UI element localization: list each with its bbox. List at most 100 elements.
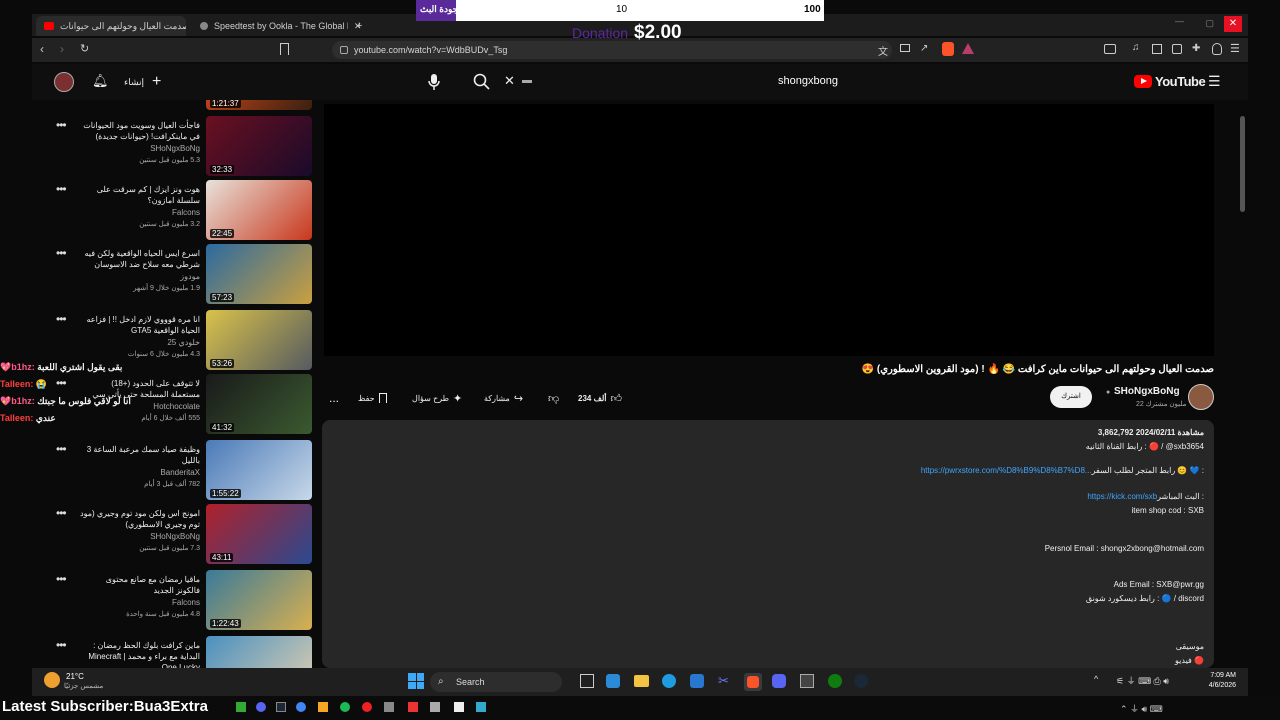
microphone-icon[interactable] [426, 72, 442, 92]
capcut-icon[interactable]: ✂ [718, 673, 729, 689]
create-button[interactable]: إنشاء + [124, 72, 161, 92]
video-title[interactable]: وظيفة صياد سمك مرعبة الساعة 3 بالليل [80, 444, 200, 466]
brave-rewards-icon[interactable] [962, 43, 974, 54]
video-thumbnail[interactable]: 1:22:43 [206, 570, 312, 630]
subscribe-button[interactable]: اشترك [1050, 386, 1092, 408]
channel-name[interactable]: BanderitaX [80, 468, 200, 477]
extensions-icon[interactable]: ✚ [1192, 43, 1200, 54]
terminal-icon[interactable] [800, 674, 814, 688]
new-tab-button[interactable]: + [348, 16, 370, 36]
video-title[interactable]: فاجأت العيال وسويت مود الحيوانات في ماين… [80, 120, 200, 142]
site-info-icon[interactable] [340, 46, 348, 54]
more-options-icon[interactable]: ••• [56, 572, 67, 586]
store-icon[interactable] [690, 674, 704, 688]
more-options-icon[interactable]: ••• [56, 246, 67, 260]
browser-tab-speedtest[interactable]: Speedtest by Ookla - The Global Br [192, 16, 348, 36]
more-options-icon[interactable]: ••• [56, 118, 67, 132]
video-title[interactable]: انا مره قوووي لازم ادخل !! | فزاعه الحيا… [80, 314, 201, 336]
more-options-icon[interactable]: ••• [56, 506, 67, 520]
dislike-button[interactable]: 👎︎ [548, 388, 559, 408]
video-thumbnail[interactable]: 1:21:37 [206, 100, 312, 110]
file-explorer-icon[interactable] [634, 675, 649, 687]
notifications-icon[interactable]: 🔔︎ [92, 73, 109, 89]
recommendation-item[interactable]: 32:33 ••• فاجأت العيال وسويت مود الحيوانات… [40, 116, 320, 178]
keyboard-icon[interactable] [522, 80, 532, 83]
channel-name[interactable]: مودوز [80, 272, 200, 281]
copilot-icon[interactable] [606, 674, 620, 688]
guide-menu-icon[interactable]: ☰ [1208, 73, 1221, 90]
media-icon[interactable]: ♫ [1132, 42, 1140, 53]
xbox-icon[interactable] [828, 674, 842, 688]
brave-taskbar-icon[interactable] [744, 673, 762, 691]
window-close-button[interactable]: ✕ [1224, 16, 1242, 32]
description-link[interactable]: https://pwrxstore.com/%D8%B9%D8%B7%D8... [921, 466, 1092, 475]
reload-icon[interactable]: ↻ [80, 42, 89, 55]
recommendation-item[interactable]: 1:55:22 ••• وظيفة صياد سمك مرعبة الساعة 3 … [40, 440, 320, 502]
page-scrollbar[interactable] [1240, 116, 1245, 212]
channel-name[interactable]: Falcons [80, 208, 200, 217]
video-thumbnail[interactable] [206, 636, 312, 668]
channel-name[interactable]: Falcons [80, 598, 200, 607]
video-thumbnail[interactable]: 22:45 [206, 180, 312, 240]
browser-tab-youtube[interactable]: صدمت العيال وحولتهم الى حيوانات ✕ [36, 16, 186, 36]
banner-icon-10[interactable] [430, 702, 440, 712]
taskbar-search[interactable]: ⌕ Search [430, 672, 562, 692]
banner-icon-4[interactable] [296, 702, 306, 712]
wallet-icon[interactable] [1172, 44, 1182, 54]
banner-tray-icons[interactable]: ⌃ ⏚ 🔊︎ ⌨ [1120, 702, 1163, 715]
recommendation-item[interactable]: 1:22:43 ••• ماقيا رمضان مع صانع محتوى فالك… [40, 570, 320, 632]
description-link[interactable]: https://kick.com/sxb [1087, 492, 1157, 501]
video-title[interactable]: هوت ونز ايزك | كم سرقت على سلسلة امازون؟ [80, 184, 200, 206]
channel-avatar[interactable] [1188, 384, 1214, 410]
taskbar-time[interactable]: 7:09 AM [1188, 672, 1236, 679]
banner-icon-7[interactable] [362, 702, 372, 712]
task-view-icon[interactable] [580, 674, 594, 688]
video-thumbnail[interactable]: 53:26 [206, 310, 312, 370]
channel-name[interactable]: SHoNgxBoNg [80, 144, 200, 153]
split-view-icon[interactable] [1152, 44, 1162, 54]
windows-start-icon[interactable] [408, 673, 424, 689]
youtube-logo[interactable]: YouTube [1134, 74, 1206, 89]
avatar[interactable] [54, 72, 74, 92]
banner-icon-12[interactable] [476, 702, 486, 712]
more-options-icon[interactable]: ••• [56, 442, 67, 456]
banner-icon-11[interactable] [454, 702, 464, 712]
video-thumbnail[interactable]: 57:23 [206, 244, 312, 304]
save-button[interactable]: حفظ [358, 388, 387, 408]
ask-button[interactable]: طرح سؤال ✦ [412, 388, 462, 408]
recommendation-item[interactable]: 57:23 ••• اسرع ايس الحياه الواقعية ولكن في… [40, 244, 320, 306]
edge-icon[interactable] [662, 674, 676, 688]
vpn-icon[interactable] [1212, 43, 1222, 55]
banner-icon-9[interactable] [408, 702, 418, 712]
video-thumbnail[interactable]: 41:32 [206, 374, 312, 434]
banner-icon-3[interactable] [276, 702, 286, 712]
video-title[interactable]: امونج اس ولكن مود توم وجيري (مود توم وجي… [80, 508, 200, 530]
discord-icon[interactable] [772, 674, 786, 688]
forward-icon[interactable]: › [60, 42, 64, 56]
channel-name[interactable]: SHoNgxBoNg [1114, 386, 1180, 397]
banner-icon-2[interactable] [256, 702, 266, 712]
channel-name[interactable]: خلودي 25 [80, 338, 200, 347]
search-icon[interactable] [472, 72, 492, 92]
tray-icons[interactable]: ⚟ ⏚ ⌨ ⎙ 🔊︎ [1116, 674, 1169, 687]
video-title[interactable]: ماين كرافت بلوك الحظ رمضان : البداية مع … [80, 640, 200, 668]
channel-name[interactable]: SHoNgxBoNg [80, 532, 200, 541]
video-player[interactable] [324, 104, 1214, 356]
video-title[interactable]: ماقيا رمضان مع صانع محتوى فالكونز الجديد [80, 574, 200, 596]
more-actions-button[interactable]: ... [326, 388, 342, 408]
video-title[interactable]: اسرع ايس الحياه الواقعية ولكن فيه شرطي م… [80, 248, 200, 270]
recommendation-item[interactable]: ••• ماين كرافت بلوك الحظ رمضان : البداية … [40, 636, 320, 668]
menu-icon[interactable]: ☰ [1230, 42, 1240, 55]
cast-icon[interactable] [900, 44, 910, 52]
recommendation-item[interactable]: 43:11 ••• امونج اس ولكن مود توم وجيري (مود… [40, 504, 320, 566]
window-minimize-button[interactable]: — [1175, 16, 1184, 26]
more-options-icon[interactable]: ••• [56, 312, 67, 326]
tray-chevron-icon[interactable]: ^ [1094, 674, 1098, 684]
video-thumbnail[interactable]: 32:33 [206, 116, 312, 176]
video-thumbnail[interactable]: 1:55:22 [206, 440, 312, 500]
more-options-icon[interactable]: ••• [56, 638, 67, 652]
banner-icon-6[interactable] [340, 702, 350, 712]
recommendation-item[interactable]: 22:45 ••• هوت ونز ايزك | كم سرقت على سلسلة… [40, 180, 320, 242]
steam-icon[interactable] [854, 674, 868, 688]
more-options-icon[interactable]: ••• [56, 182, 67, 196]
